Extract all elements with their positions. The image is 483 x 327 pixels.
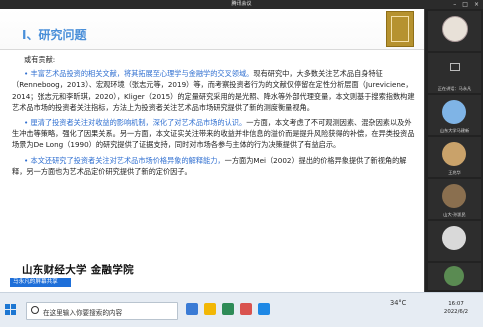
windows-start-icon[interactable] [5,304,17,316]
participant-name: 山东大学马建新 [439,128,470,133]
close-icon[interactable]: × [474,0,479,9]
search-icon [31,306,39,314]
slide-body: 或有贡献: • 丰富艺术品投资的相关文献，将其拓展至心理学与金融学的交叉领域。现… [12,54,416,181]
maximize-icon[interactable]: □ [462,0,468,9]
university-emblem-icon [386,11,414,47]
participant-name: 王兆华 [448,170,461,175]
clock-time: 16:07 [448,301,464,307]
paragraph-2-highlight: 厘清了投资者关注对收益的影响机制，深化了对艺术品市场的认识。 [30,118,247,128]
camera-off-icon [450,63,460,71]
weather-temperature[interactable]: 34°C [390,299,406,307]
participant-name: 正在讲话：马永凡 [437,86,472,91]
taskbar-search-box[interactable]: 在这里输入你要搜索的内容 [26,302,178,320]
participant-panel: 正在讲话：马永凡 山东大学马建新 王兆华 山大-孙凯民 [424,9,483,292]
app-icon[interactable] [240,303,252,315]
participant-tile[interactable]: 正在讲话：马永凡 [428,53,481,93]
avatar [442,184,466,208]
windows-taskbar: 在这里输入你要搜索的内容 34°C 16:07 2022/6/2 [0,292,483,327]
task-view-icon[interactable] [186,303,198,315]
participant-name: 山大-孙凯民 [443,212,466,217]
school-logo-text: 山东财经大学 金融学院 [22,264,134,276]
intro-line: 或有贡献: [24,55,56,64]
paragraph-3-highlight: 本文还研究了投资者关注对艺术品市场价格异象的解释能力， [30,155,225,165]
avatar [442,226,466,250]
avatar [444,266,464,286]
participant-tile[interactable]: 山东大学马建新 [428,95,481,135]
slide-title: Ⅰ、研究问题 [22,28,87,42]
avatar [442,100,466,124]
window-title: 腾讯会议 [231,1,252,7]
avatar [442,142,466,166]
window-controls: – □ × [453,0,479,9]
screen-share-indicator[interactable]: 马永凡的屏幕共享 [10,278,71,287]
tencent-meeting-icon[interactable] [258,303,270,315]
participant-tile[interactable] [428,221,481,261]
slide-header: Ⅰ、研究问题 [0,9,424,50]
paragraph-2: • 厘清了投资者关注对收益的影响机制，深化了对艺术品市场的认识。一方面，本文考虑… [12,118,415,150]
participant-tile[interactable] [428,263,481,290]
paragraph-1: • 丰富艺术品投资的相关文献，将其拓展至心理学与金融学的交叉领域。现有研究中，大… [12,69,415,112]
minimize-icon[interactable]: – [453,0,456,9]
participant-tile[interactable] [428,11,481,51]
search-placeholder: 在这里输入你要搜索的内容 [43,309,123,317]
paragraph-1-highlight: 丰富艺术品投资的相关文献，将其拓展至心理学与金融学的交叉领域。 [30,69,254,79]
clock-date: 2022/6/2 [443,309,469,315]
browser-icon[interactable] [222,303,234,315]
participant-tile[interactable]: 山大-孙凯民 [428,179,481,219]
shared-slide: Ⅰ、研究问题 或有贡献: • 丰富艺术品投资的相关文献，将其拓展至心理学与金融学… [0,9,424,292]
paragraph-3: • 本文还研究了投资者关注对艺术品市场价格异象的解释能力，一方面为Mei（200… [12,155,407,176]
taskbar-clock[interactable]: 16:07 2022/6/2 [436,300,476,316]
participant-tile[interactable]: 王兆华 [428,137,481,177]
window-titlebar: 腾讯会议 – □ × [0,0,483,9]
avatar [442,16,468,42]
file-explorer-icon[interactable] [204,303,216,315]
